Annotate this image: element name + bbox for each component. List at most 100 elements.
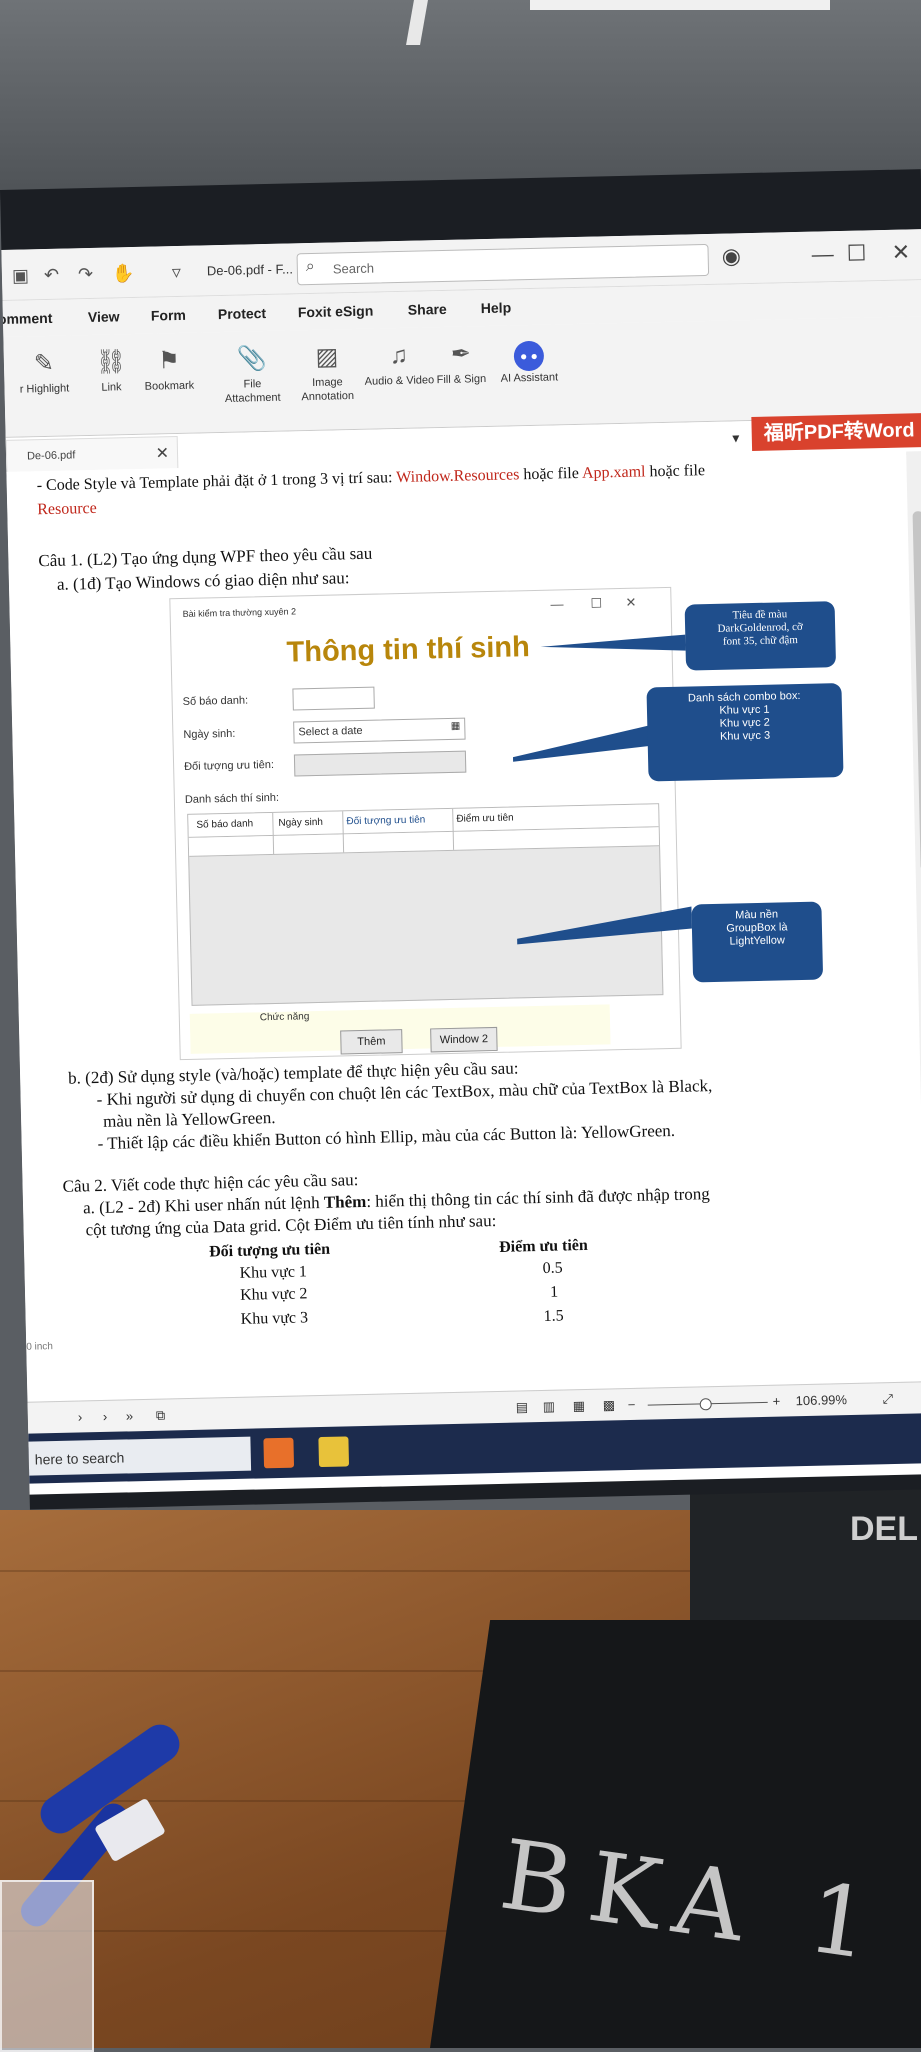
tab-document-label: De-06.pdf bbox=[26, 449, 76, 463]
fit-page-icon[interactable]: ⤢ bbox=[882, 1391, 893, 1407]
wpf-combobox-priority bbox=[293, 750, 467, 777]
wpf-window-title: Bài kiểm tra thường xuyên 2 bbox=[182, 606, 297, 619]
menu-comment[interactable]: omment bbox=[1, 310, 52, 327]
fill-sign-button[interactable]: ✒ Fill & Sign bbox=[425, 336, 496, 388]
zoom-slider-knob[interactable] bbox=[699, 1398, 712, 1411]
hand-tool-icon[interactable]: ✋ bbox=[112, 263, 135, 285]
file-explorer-icon[interactable] bbox=[318, 1436, 350, 1468]
callout-title-note: Tiêu đề màu DarkGoldenrod, cỡ font 35, chữ… bbox=[684, 601, 837, 671]
account-icon[interactable]: ◉ bbox=[721, 243, 741, 269]
pdf-to-word-banner[interactable]: 福昕PDF转Word bbox=[751, 413, 921, 452]
intro-line-resource: Resource bbox=[37, 499, 97, 519]
question-1-title: Câu 1. (L2) Tạo ứng dụng WPF theo yêu cầ… bbox=[38, 543, 373, 571]
grid-col-dob: Ngày sinh bbox=[278, 816, 324, 829]
prev-page-icon[interactable]: › bbox=[78, 1409, 83, 1424]
close-icon[interactable]: ✕ bbox=[891, 239, 910, 265]
score-table-cell: Khu vực 2 bbox=[239, 1285, 308, 1304]
wpf-label-list: Danh sách thí sinh: bbox=[184, 791, 280, 806]
audio-video-icon: ♫ bbox=[389, 341, 409, 370]
ai-assistant-button[interactable]: ● ● AI Assistant bbox=[493, 334, 564, 386]
search-icon: ⌕ bbox=[305, 257, 315, 276]
menu-view[interactable]: View bbox=[88, 308, 120, 325]
menu-protect[interactable]: Protect bbox=[218, 305, 267, 322]
score-table-header-2: Điểm ưu tiên bbox=[498, 1236, 588, 1256]
pdf-page: - Code Style và Template phải đặt ở 1 tr… bbox=[6, 451, 921, 1402]
minimize-icon[interactable]: — bbox=[811, 241, 834, 267]
maximize-icon[interactable]: ☐ bbox=[846, 240, 866, 266]
menu-form[interactable]: Form bbox=[151, 307, 186, 324]
scrollbar-thumb[interactable] bbox=[912, 511, 921, 872]
tab-close-icon[interactable]: ✕ bbox=[155, 443, 169, 463]
grid-col-priority: Đối tượng ưu tiên bbox=[346, 814, 426, 828]
zoom-in-icon[interactable]: + bbox=[773, 1394, 781, 1409]
fill-sign-icon: ✒ bbox=[450, 340, 472, 368]
search-placeholder: Search bbox=[332, 260, 375, 277]
single-page-view-icon[interactable]: ▤ bbox=[516, 1399, 529, 1415]
question-1b-item1-cont: màu nền là YellowGreen. bbox=[102, 1107, 276, 1131]
grid-col-score: Điểm ưu tiên bbox=[456, 812, 514, 825]
wpf-label-priority: Đối tượng ưu tiên: bbox=[184, 758, 275, 773]
menu-foxit-esign[interactable]: Foxit eSign bbox=[298, 303, 374, 321]
grid-col-sbd: Số báo danh bbox=[196, 818, 254, 831]
bookmark-button[interactable]: ⚑ Bookmark bbox=[134, 342, 205, 394]
callout-combobox-note: Danh sách combo box: Khu vực 1 Khu vực 2 Kh… bbox=[646, 683, 844, 782]
wpf-groupbox: Chức năng Thêm Window 2 bbox=[189, 1004, 611, 1055]
ai-assistant-icon: ● ● bbox=[493, 334, 564, 372]
cover-view-icon[interactable]: ▩ bbox=[603, 1397, 616, 1413]
ceiling-strip bbox=[406, 0, 428, 45]
callout-pointer-title bbox=[540, 634, 686, 651]
ruler-unit: 0 inch bbox=[26, 1341, 54, 1353]
search-input[interactable]: ⌕ Search bbox=[296, 243, 710, 286]
taskbar-search-placeholder: here to search bbox=[34, 1449, 125, 1468]
menu-help[interactable]: Help bbox=[481, 299, 512, 316]
facing-view-icon[interactable]: ▦ bbox=[573, 1398, 586, 1414]
last-page-icon[interactable]: » bbox=[126, 1408, 134, 1423]
wpf-window2-button: Window 2 bbox=[430, 1026, 498, 1053]
score-table-header-1: Đối tượng ưu tiên bbox=[208, 1240, 331, 1261]
wpf-label-dob: Ngày sinh: bbox=[183, 727, 236, 741]
undo-icon[interactable]: ↶ bbox=[44, 265, 60, 286]
continuous-view-icon[interactable]: ▥ bbox=[543, 1399, 556, 1415]
zoom-level[interactable]: 106.99% bbox=[796, 1392, 848, 1408]
zoom-out-icon[interactable]: − bbox=[628, 1397, 636, 1412]
bookmark-icon: ⚑ bbox=[157, 346, 180, 375]
file-attachment-icon: 📎 bbox=[236, 344, 268, 373]
groupbox-title: Chức năng bbox=[259, 1011, 310, 1024]
wpf-textbox-sbd bbox=[292, 686, 375, 711]
badge-holder bbox=[0, 1880, 94, 2052]
score-table-cell: 0.5 bbox=[542, 1259, 563, 1277]
copy-page-icon[interactable]: ⧉ bbox=[156, 1408, 166, 1424]
wpf-add-button: Thêm bbox=[340, 1029, 403, 1055]
question-1a: a. (1đ) Tạo Windows có giao diện như sau… bbox=[56, 568, 350, 594]
image-annotation-icon: ▨ bbox=[315, 343, 339, 371]
customize-dropdown-icon[interactable]: ▿ bbox=[172, 262, 182, 283]
tab-list-dropdown-icon[interactable]: ▼ bbox=[730, 431, 742, 445]
monitor-brand-logo: DEL bbox=[850, 1510, 918, 1548]
wpf-datepicker: Select a date ▦ bbox=[293, 717, 466, 744]
redo-icon[interactable]: ↷ bbox=[78, 264, 94, 285]
document-title: De-06.pdf - F... bbox=[206, 261, 294, 279]
file-attachment-button[interactable]: 📎 File Attachment bbox=[217, 341, 288, 407]
wpf-header-title: Thông tin thí sinh bbox=[286, 631, 531, 669]
score-table-cell: 1.5 bbox=[543, 1307, 564, 1325]
monitor: ▣ ↶ ↷ ✋ ▿ De-06.pdf - F... ⌕ Search ◉ — … bbox=[0, 169, 921, 1510]
callout-pointer-groupbox bbox=[509, 906, 692, 950]
ceiling-light bbox=[530, 0, 830, 10]
screen: ▣ ↶ ↷ ✋ ▿ De-06.pdf - F... ⌕ Search ◉ — … bbox=[1, 229, 921, 1495]
next-page-icon[interactable]: › bbox=[103, 1409, 108, 1424]
image-annotation-button[interactable]: ▨ Image Annotation bbox=[291, 339, 362, 405]
menu-share[interactable]: Share bbox=[408, 301, 447, 318]
highlight-icon: ✎ bbox=[33, 349, 55, 378]
monitor-stand-base bbox=[430, 1620, 921, 2048]
save-icon[interactable]: ▣ bbox=[12, 265, 29, 286]
score-table-cell: 1 bbox=[549, 1283, 559, 1301]
score-table-cell: Khu vực 3 bbox=[240, 1309, 309, 1328]
wpf-label-sbd: Số báo danh: bbox=[182, 694, 249, 708]
ceiling bbox=[0, 0, 921, 200]
audio-video-button[interactable]: ♫ Audio & Video bbox=[363, 337, 435, 389]
calendar-icon: ▦ bbox=[450, 720, 461, 732]
callout-groupbox-note: Màu nền GroupBox là LightYellow bbox=[691, 901, 824, 983]
foxit-app-icon[interactable] bbox=[263, 1437, 295, 1469]
highlight-button[interactable]: ✎ r Highlight bbox=[9, 345, 80, 397]
taskbar-search[interactable]: here to search bbox=[28, 1436, 252, 1476]
